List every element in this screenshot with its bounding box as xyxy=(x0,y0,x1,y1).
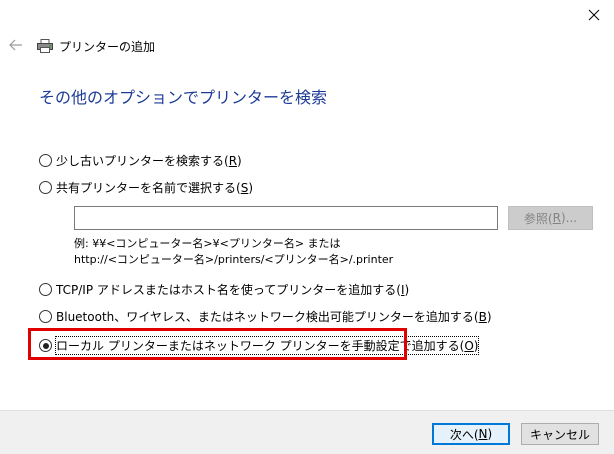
add-printer-window: プリンターの追加 その他のオプションでプリンターを検索 少し古いプリンターを検索… xyxy=(0,0,614,454)
radio-button-selected[interactable] xyxy=(39,339,52,352)
next-button[interactable]: 次へ(N) xyxy=(432,423,510,445)
option-add-bluetooth-wireless[interactable]: Bluetooth、ワイヤレス、またはネットワーク検出可能プリンターを追加する(… xyxy=(39,308,492,325)
radio-button[interactable] xyxy=(39,181,52,194)
example-line-2: http://<コンピューター名>/printers/<プリンター名>/.pri… xyxy=(74,253,394,266)
dialog-footer: 次へ(N) キャンセル xyxy=(0,410,614,454)
option-label: TCP/IP アドレスまたはホスト名を使ってプリンターを追加する(I) xyxy=(56,283,410,297)
option-add-local-manual[interactable]: ローカル プリンターまたはネットワーク プリンターを手動設定で追加する(O) xyxy=(39,336,480,355)
option-label: ローカル プリンターまたはネットワーク プリンターを手動設定で追加する(O) xyxy=(54,336,480,355)
page-heading: その他のオプションでプリンターを検索 xyxy=(39,88,328,107)
back-button[interactable] xyxy=(4,34,28,56)
browse-button[interactable]: 参照(R)... xyxy=(508,206,593,230)
radio-button[interactable] xyxy=(39,283,52,296)
example-line-1: 例: ¥¥<コンピューター名>¥<プリンター名> または xyxy=(74,237,341,250)
option-search-older-printer[interactable]: 少し古いプリンターを検索する(R) xyxy=(39,152,242,169)
option-label: 少し古いプリンターを検索する(R) xyxy=(56,154,242,168)
option-add-by-tcpip[interactable]: TCP/IP アドレスまたはホスト名を使ってプリンターを追加する(I) xyxy=(39,281,409,298)
close-icon xyxy=(588,9,600,21)
close-button[interactable] xyxy=(574,0,614,30)
shared-printer-name-input[interactable] xyxy=(74,206,498,230)
cancel-button[interactable]: キャンセル xyxy=(521,423,599,445)
back-arrow-icon xyxy=(9,39,22,51)
shared-printer-example: 例: ¥¥<コンピューター名>¥<プリンター名> または http://<コンピ… xyxy=(74,236,393,268)
radio-button[interactable] xyxy=(39,310,52,323)
option-label: 共有プリンターを名前で選択する(S) xyxy=(56,181,253,195)
window-title: プリンターの追加 xyxy=(59,39,156,54)
option-label: Bluetooth、ワイヤレス、またはネットワーク検出可能プリンターを追加する(… xyxy=(56,310,492,324)
window-title-row: プリンターの追加 xyxy=(37,36,155,56)
printer-icon xyxy=(37,39,53,53)
radio-button[interactable] xyxy=(39,154,52,167)
option-select-shared-printer[interactable]: 共有プリンターを名前で選択する(S) xyxy=(39,179,253,196)
